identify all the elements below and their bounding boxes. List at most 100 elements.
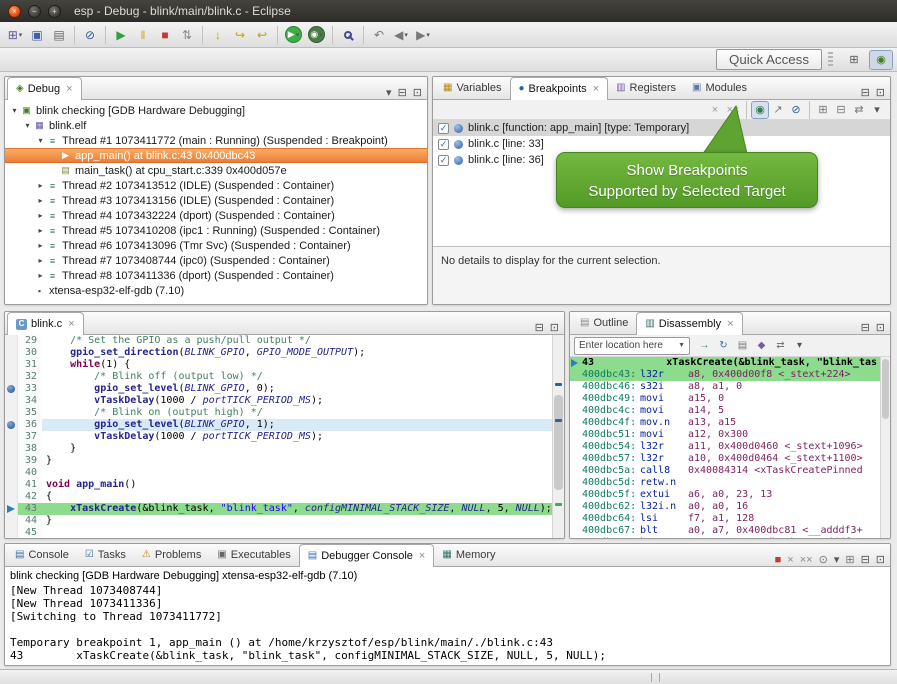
pin-console-button[interactable]: ⊙ xyxy=(819,553,828,566)
breakpoint-marker-icon[interactable] xyxy=(5,383,18,395)
editor-line-38[interactable]: 38 } xyxy=(5,443,552,455)
overview-mark-current-line[interactable] xyxy=(555,503,562,506)
disassembly-row[interactable]: 400dbc5a:call80x40084314 <xTaskCreatePin… xyxy=(570,465,880,477)
search-button[interactable] xyxy=(337,24,359,46)
debug-tree-item[interactable]: ▸≡Thread #4 1073432224 (dport) (Suspende… xyxy=(5,208,427,223)
editor-line-32[interactable]: 32 /* Blink off (output low) */ xyxy=(5,371,552,383)
tab-problems[interactable]: ⚠Problems xyxy=(134,544,209,566)
tab-memory[interactable]: ▦Memory xyxy=(434,544,503,566)
tab-disassembly[interactable]: ▥Disassembly× xyxy=(636,312,742,335)
editor-line-40[interactable]: 40 xyxy=(5,467,552,479)
minimize-button[interactable]: ⊟ xyxy=(398,86,407,99)
editor-line-35[interactable]: 35 /* Blink on (output high) */ xyxy=(5,407,552,419)
editor-line-30[interactable]: 30 gpio_set_direction(BLINK_GPIO, GPIO_M… xyxy=(5,347,552,359)
show-source-button[interactable]: ▤ xyxy=(734,337,751,354)
tree-expander-icon[interactable]: ▸ xyxy=(35,271,46,280)
debug-tree-item[interactable]: ▸≡Thread #5 1073410208 (ipc1 : Running) … xyxy=(5,223,427,238)
tab-variables[interactable]: ▦Variables xyxy=(435,77,510,99)
editor-line-45[interactable]: 45 xyxy=(5,527,552,538)
debug-tree-item[interactable]: ▪xtensa-esp32-elf-gdb (7.10) xyxy=(5,283,427,298)
tab-blink-c[interactable]: Cblink.c× xyxy=(7,312,84,335)
editor-line-39[interactable]: 39} xyxy=(5,455,552,467)
disconnect-button[interactable]: ⇅ xyxy=(176,24,198,46)
window-close-button[interactable]: × xyxy=(8,5,21,18)
maximize-button[interactable]: ⊡ xyxy=(413,86,422,99)
debug-tree-item[interactable]: ▾▦blink.elf xyxy=(5,118,427,133)
disassembly-row[interactable]: 400dbc4c:movia14, 5 xyxy=(570,405,880,417)
overview-mark-breakpoint-33[interactable] xyxy=(555,383,562,386)
resume-button[interactable]: ▶ xyxy=(110,24,132,46)
print-button[interactable]: ▤ xyxy=(48,24,70,46)
code-editor[interactable]: 29 /* Set the GPIO as a push/pull output… xyxy=(5,335,552,538)
editor-line-41[interactable]: 41void app_main() xyxy=(5,479,552,491)
editor-line-43[interactable]: 43 xTaskCreate(&blink_task, "blink_task"… xyxy=(5,503,552,515)
debug-tree-item[interactable]: ▸≡Thread #2 1073413512 (IDLE) (Suspended… xyxy=(5,178,427,193)
step-return-button[interactable]: ↩ xyxy=(251,24,273,46)
tree-expander-icon[interactable]: ▸ xyxy=(35,241,46,250)
view-menu-button[interactable]: ▾ xyxy=(868,101,886,119)
sync-with-source-button[interactable]: ⇄ xyxy=(772,337,789,354)
tree-expander-icon[interactable]: ▸ xyxy=(35,256,46,265)
breakpoint-checkbox[interactable]: ✓ xyxy=(438,139,449,150)
tab-tasks[interactable]: ☑Tasks xyxy=(77,544,134,566)
minimize-button[interactable]: ⊟ xyxy=(535,321,544,334)
close-tab-icon[interactable]: × xyxy=(66,83,72,95)
disassembly-listing[interactable]: 43 xTaskCreate(&blink_task, "blink_tas40… xyxy=(570,357,880,538)
maximize-button[interactable]: ⊡ xyxy=(876,553,885,566)
tab-registers[interactable]: ▥Registers xyxy=(608,77,684,99)
skip-all-breakpoints-button[interactable]: ⊘ xyxy=(79,24,101,46)
editor-line-29[interactable]: 29 /* Set the GPIO as a push/pull output… xyxy=(5,335,552,347)
tree-expander-icon[interactable]: ▸ xyxy=(35,196,46,205)
disassembly-row[interactable]: 400dbc6a:bnonea0, a1, 0x400dbc8b <__addd… xyxy=(570,537,880,538)
editor-line-36[interactable]: 36 gpio_set_level(BLINK_GPIO, 1); xyxy=(5,419,552,431)
tree-expander-icon[interactable]: ▾ xyxy=(35,136,46,145)
editor-line-31[interactable]: 31 while(1) { xyxy=(5,359,552,371)
view-menu-button[interactable]: ▾ xyxy=(791,337,808,354)
tree-expander-icon[interactable]: ▸ xyxy=(35,226,46,235)
close-tab-icon[interactable]: × xyxy=(419,550,425,562)
debug-tree-item[interactable]: ▶app_main() at blink.c:43 0x400dbc43 xyxy=(5,148,427,163)
console-output[interactable]: blink checking [GDB Hardware Debugging] … xyxy=(5,567,890,665)
disassembly-row[interactable]: 400dbc43:l32ra8, 0x400d00f8 <_stext+224> xyxy=(570,369,880,381)
disassembly-row[interactable]: 400dbc4f:mov.na13, a15 xyxy=(570,417,880,429)
tree-expander-icon[interactable]: ▸ xyxy=(35,211,46,220)
editor-line-33[interactable]: 33 gpio_set_level(BLINK_GPIO, 0); xyxy=(5,383,552,395)
disassembly-row[interactable]: 400dbc46:s32ia8, a1, 0 xyxy=(570,381,880,393)
disassembly-row[interactable]: 400dbc5f:extuia6, a0, 23, 13 xyxy=(570,489,880,501)
tab-executables[interactable]: ▣Executables xyxy=(209,544,298,566)
disassembly-row[interactable]: 43 xTaskCreate(&blink_task, "blink_tas xyxy=(570,357,880,369)
window-minimize-button[interactable]: − xyxy=(28,5,41,18)
tree-expander-icon[interactable]: ▾ xyxy=(22,121,33,130)
dropdown-arrow-icon[interactable]: ▾ xyxy=(296,31,300,39)
dropdown-arrow-icon[interactable]: ▾ xyxy=(19,31,23,39)
view-menu-button[interactable]: ▾ xyxy=(386,86,392,99)
overview-mark-breakpoint-36[interactable] xyxy=(555,419,562,422)
tab-console[interactable]: ▤Console xyxy=(7,544,77,566)
tab-debugger-console[interactable]: ▤Debugger Console× xyxy=(299,544,435,567)
debug-tree-item[interactable]: ▸≡Thread #6 1073413096 (Tmr Svc) (Suspen… xyxy=(5,238,427,253)
disassembly-row[interactable]: 400dbc5d:retw.n xyxy=(570,477,880,489)
open-console-button[interactable]: ⊞ xyxy=(845,553,854,566)
quick-access-button[interactable]: Quick Access xyxy=(716,49,822,70)
remove-launch-button[interactable]: × xyxy=(787,554,793,566)
editor-scroll-thumb[interactable] xyxy=(554,395,563,490)
link-with-debug-button[interactable]: ⇄ xyxy=(850,101,868,119)
breakpoint-marker-icon[interactable] xyxy=(5,419,18,431)
editor-line-34[interactable]: 34 vTaskDelay(1000 / portTICK_PERIOD_MS)… xyxy=(5,395,552,407)
back-button[interactable]: ◀▾ xyxy=(390,24,412,46)
editor-scrollbar[interactable] xyxy=(552,335,564,538)
run-button[interactable]: ▶▾ xyxy=(285,26,302,43)
forward-button[interactable]: ▶▾ xyxy=(412,24,434,46)
editor-line-42[interactable]: 42{ xyxy=(5,491,552,503)
debug-tree-item[interactable]: ▾≡Thread #1 1073411772 (main : Running) … xyxy=(5,133,427,148)
collapse-all-button[interactable]: ⊟ xyxy=(832,101,850,119)
debug-tree-item[interactable]: ▤main_task() at cpu_start.c:339 0x400d05… xyxy=(5,163,427,178)
close-tab-icon[interactable]: × xyxy=(68,318,74,330)
location-combo[interactable]: Enter location here ▼ xyxy=(574,337,690,355)
suspend-button[interactable]: ‖ xyxy=(132,24,154,46)
display-selected-console-button[interactable]: ▾ xyxy=(834,553,840,566)
minimize-button[interactable]: ⊟ xyxy=(861,321,870,334)
debug-tree-item[interactable]: ▾▣blink checking [GDB Hardware Debugging… xyxy=(5,103,427,118)
dropdown-arrow-icon[interactable]: ▾ xyxy=(426,31,430,39)
debug-tree-item[interactable]: ▸≡Thread #8 1073411336 (dport) (Suspende… xyxy=(5,268,427,283)
